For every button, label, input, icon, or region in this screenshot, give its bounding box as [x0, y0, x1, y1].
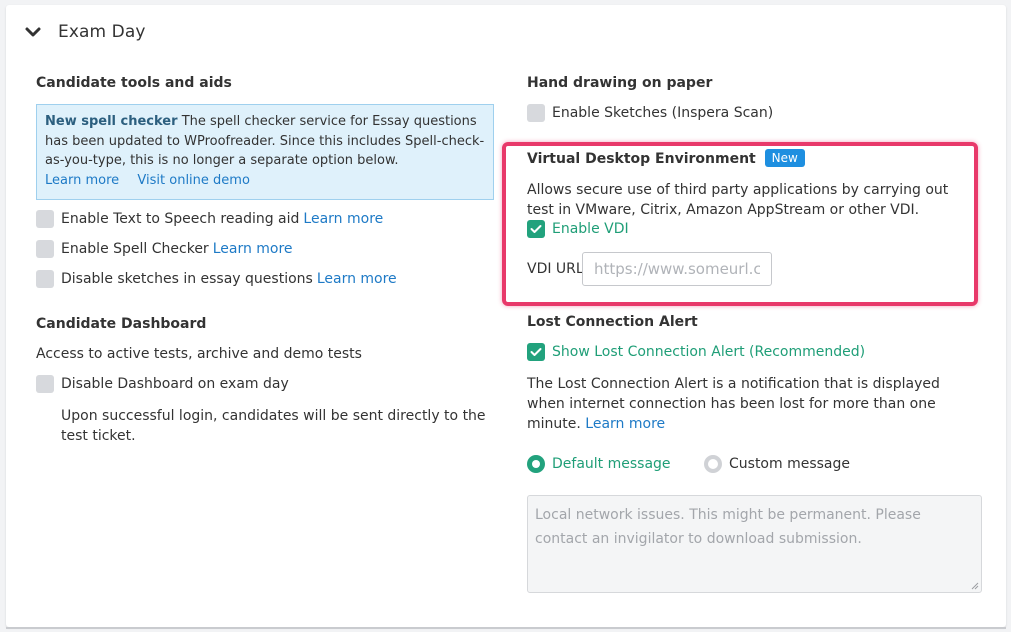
- candidate-dashboard-heading: Candidate Dashboard: [36, 316, 207, 332]
- vdi-heading: Virtual Desktop Environment New: [527, 149, 805, 167]
- lost-connection-description: The Lost Connection Alert is a notificat…: [527, 374, 972, 434]
- custom-message-radio[interactable]: [704, 455, 722, 473]
- disable-sketches-checkbox[interactable]: [36, 270, 54, 288]
- text-to-speech-checkbox[interactable]: [36, 210, 54, 228]
- lost-connection-learn-more-link[interactable]: Learn more: [585, 416, 665, 432]
- alert-message-textarea[interactable]: Local network issues. This might be perm…: [527, 495, 982, 593]
- checkmark-icon: [530, 225, 542, 233]
- option-disable-sketches[interactable]: Disable sketches in essay questions Lear…: [36, 270, 397, 288]
- spell-checker-info-box: New spell checker The spell checker serv…: [36, 104, 494, 200]
- custom-message-label: Custom message: [729, 456, 851, 472]
- exam-day-card: Exam Day Candidate tools and aids New sp…: [6, 5, 1006, 629]
- checkmark-icon: [530, 348, 542, 356]
- chevron-down-icon[interactable]: [24, 25, 42, 39]
- option-show-lost-connection[interactable]: Show Lost Connection Alert (Recommended): [527, 343, 865, 361]
- section-header-exam-day[interactable]: Exam Day: [24, 21, 146, 43]
- vdi-description: Allows secure use of third party applica…: [527, 182, 949, 218]
- option-label: Enable Spell Checker: [61, 241, 209, 257]
- radio-custom-message[interactable]: Custom message: [704, 455, 850, 473]
- dashboard-note: Upon successful login, candidates will b…: [61, 408, 486, 444]
- option-label: Enable Sketches (Inspera Scan): [552, 105, 774, 121]
- spell-checker-checkbox[interactable]: [36, 240, 54, 258]
- hand-drawing-heading: Hand drawing on paper: [527, 75, 713, 91]
- enable-vdi-checkbox[interactable]: [527, 220, 545, 238]
- lost-connection-heading: Lost Connection Alert: [527, 314, 698, 330]
- spell-checker-learn-more-link[interactable]: Learn more: [213, 241, 293, 257]
- info-learn-more-link[interactable]: Learn more: [45, 173, 119, 188]
- option-enable-sketches[interactable]: Enable Sketches (Inspera Scan): [527, 104, 773, 122]
- option-label: Disable Dashboard on exam day: [61, 376, 289, 392]
- vdi-url-input[interactable]: [582, 252, 772, 286]
- option-label: Disable sketches in essay questions: [61, 271, 313, 287]
- alert-message-text: Local network issues. This might be perm…: [535, 507, 921, 547]
- vdi-heading-text: Virtual Desktop Environment: [527, 151, 756, 167]
- option-text-to-speech[interactable]: Enable Text to Speech reading aid Learn …: [36, 210, 383, 228]
- vdi-url-label: VDI URL: [527, 261, 584, 277]
- show-lost-connection-label: Show Lost Connection Alert (Recommended): [552, 344, 866, 360]
- default-message-label: Default message: [552, 456, 671, 472]
- option-enable-vdi[interactable]: Enable VDI: [527, 220, 629, 238]
- option-spell-checker[interactable]: Enable Spell Checker Learn more: [36, 240, 293, 258]
- option-disable-dashboard[interactable]: Disable Dashboard on exam day: [36, 375, 289, 393]
- default-message-radio[interactable]: [527, 455, 545, 473]
- new-badge: New: [764, 149, 805, 167]
- enable-vdi-label: Enable VDI: [552, 221, 629, 237]
- card-bottom-border: [6, 627, 1006, 629]
- dashboard-description: Access to active tests, archive and demo…: [36, 346, 362, 362]
- candidate-tools-heading: Candidate tools and aids: [36, 75, 232, 91]
- radio-default-message[interactable]: Default message: [527, 455, 671, 473]
- enable-sketches-checkbox[interactable]: [527, 104, 545, 122]
- option-label: Enable Text to Speech reading aid: [61, 211, 300, 227]
- disable-dashboard-checkbox[interactable]: [36, 375, 54, 393]
- info-title: New spell checker: [45, 114, 178, 129]
- section-title: Exam Day: [58, 22, 146, 42]
- resize-grip-icon[interactable]: [971, 582, 979, 590]
- text-to-speech-learn-more-link[interactable]: Learn more: [303, 211, 383, 227]
- disable-sketches-learn-more-link[interactable]: Learn more: [317, 271, 397, 287]
- visit-online-demo-link[interactable]: Visit online demo: [137, 173, 250, 188]
- show-lost-connection-checkbox[interactable]: [527, 343, 545, 361]
